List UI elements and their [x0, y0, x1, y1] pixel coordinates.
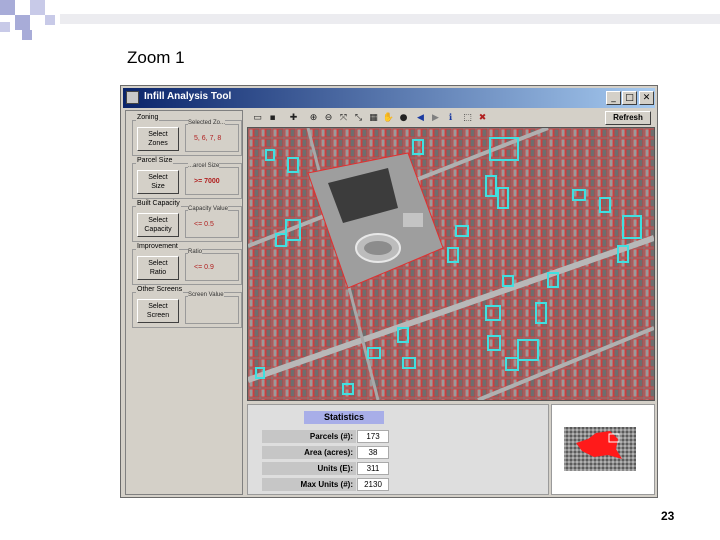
- ratio-value-box: Ratio <= 0.9: [185, 249, 239, 281]
- slide-title: Zoom 1: [127, 48, 185, 67]
- value-box-label: Selected Zo...: [188, 120, 226, 126]
- clear-selection-icon[interactable]: ✖: [476, 112, 489, 124]
- refresh-button[interactable]: Refresh: [605, 111, 651, 125]
- zoning-value-box: Selected Zo... 5, 6, 7, 8: [185, 120, 239, 152]
- value-box-label: Capacity Value: [188, 206, 228, 212]
- full-extent-icon[interactable]: ▦: [367, 112, 380, 124]
- forward-arrow-icon[interactable]: ▶: [429, 112, 442, 124]
- value-box-label: Ratio: [188, 249, 203, 255]
- parcel-size-value: >= 7000: [194, 178, 220, 185]
- open-folder-icon[interactable]: ▭: [251, 112, 264, 124]
- group-label: Parcel Size: [136, 157, 174, 164]
- parcel-size-group: Parcel Size Select Size ...arcel Size >=…: [132, 157, 242, 199]
- parcels-count-label: Parcels (#):: [262, 430, 356, 443]
- parcel-size-value-box: ...arcel Size >= 7000: [185, 163, 239, 195]
- improvement-group: Improvement Select Ratio Ratio <= 0.9: [132, 243, 242, 285]
- map-toolbar: ▭ ▪ ✚ ⊕ ⊖ ⤧ ⤡ ▦ ✋ ● ◀ ▶ ℹ ⬚ ✖ Refresh: [247, 110, 655, 126]
- globe-icon[interactable]: ●: [397, 112, 410, 124]
- select-size-button[interactable]: Select Size: [137, 170, 179, 194]
- window-title: Infill Analysis Tool: [144, 91, 232, 102]
- zoom-in-icon[interactable]: ⊕: [307, 112, 320, 124]
- app-window: Infill Analysis Tool _ □ ✕ Zoning Select…: [120, 85, 658, 498]
- value-box-label: Screen Value: [188, 292, 224, 298]
- slide-top-rule: [60, 14, 720, 24]
- group-label: Other Screens: [136, 286, 184, 293]
- statistics-title: Statistics: [304, 411, 384, 424]
- group-label: Built Capacity: [136, 200, 181, 207]
- statistics-panel: Statistics Parcels (#): 173 Area (acres)…: [247, 404, 549, 495]
- fixed-zoom-in-icon[interactable]: ⤧: [337, 112, 350, 124]
- pan-hand-icon[interactable]: ✋: [382, 112, 395, 124]
- screen-value-box: Screen Value: [185, 292, 239, 324]
- zoom-out-icon[interactable]: ⊖: [322, 112, 335, 124]
- capacity-value-box: Capacity Value <= 0.5: [185, 206, 239, 238]
- maximize-button[interactable]: □: [622, 91, 637, 105]
- overview-map-panel[interactable]: [551, 404, 655, 495]
- app-icon: [126, 91, 139, 104]
- capacity-value: <= 0.5: [194, 221, 214, 228]
- group-label: Zoning: [136, 114, 160, 121]
- existing-units-value: 311: [357, 462, 389, 475]
- overview-map-image: [564, 427, 636, 471]
- max-units-label: Max Units (#):: [262, 478, 356, 491]
- aerial-map-view[interactable]: [247, 127, 655, 401]
- close-button[interactable]: ✕: [639, 91, 654, 105]
- window-titlebar[interactable]: Infill Analysis Tool _ □ ✕: [123, 88, 655, 108]
- select-ratio-button[interactable]: Select Ratio: [137, 256, 179, 280]
- value-box-label: ...arcel Size: [188, 163, 220, 169]
- save-icon[interactable]: ▪: [266, 112, 279, 124]
- fixed-zoom-out-icon[interactable]: ⤡: [352, 112, 365, 124]
- add-layer-icon[interactable]: ✚: [287, 112, 300, 124]
- area-acres-label: Area (acres):: [262, 446, 356, 459]
- slide-corner-decoration: [0, 0, 60, 42]
- parcels-count-value: 173: [357, 430, 389, 443]
- ratio-value: <= 0.9: [194, 264, 214, 271]
- existing-units-label: Units (E):: [262, 462, 356, 475]
- info-icon[interactable]: ℹ: [444, 112, 457, 124]
- minimize-button[interactable]: _: [606, 91, 621, 105]
- group-label: Improvement: [136, 243, 179, 250]
- zoning-group: Zoning Select Zones Selected Zo... 5, 6,…: [132, 114, 242, 156]
- max-units-value: 2130: [357, 478, 389, 491]
- zoning-value: 5, 6, 7, 8: [194, 135, 222, 142]
- select-screen-button[interactable]: Select Screen: [137, 299, 179, 323]
- page-number: 23: [661, 509, 675, 523]
- back-arrow-icon[interactable]: ◀: [414, 112, 427, 124]
- aerial-map-image: [248, 128, 654, 400]
- area-acres-value: 38: [357, 446, 389, 459]
- criteria-panel: Zoning Select Zones Selected Zo... 5, 6,…: [125, 110, 243, 495]
- built-capacity-group: Built Capacity Select Capacity Capacity …: [132, 200, 242, 242]
- select-capacity-button[interactable]: Select Capacity: [137, 213, 179, 237]
- select-zones-button[interactable]: Select Zones: [137, 127, 179, 151]
- other-screens-group: Other Screens Select Screen Screen Value: [132, 286, 242, 328]
- select-features-icon[interactable]: ⬚: [461, 112, 474, 124]
